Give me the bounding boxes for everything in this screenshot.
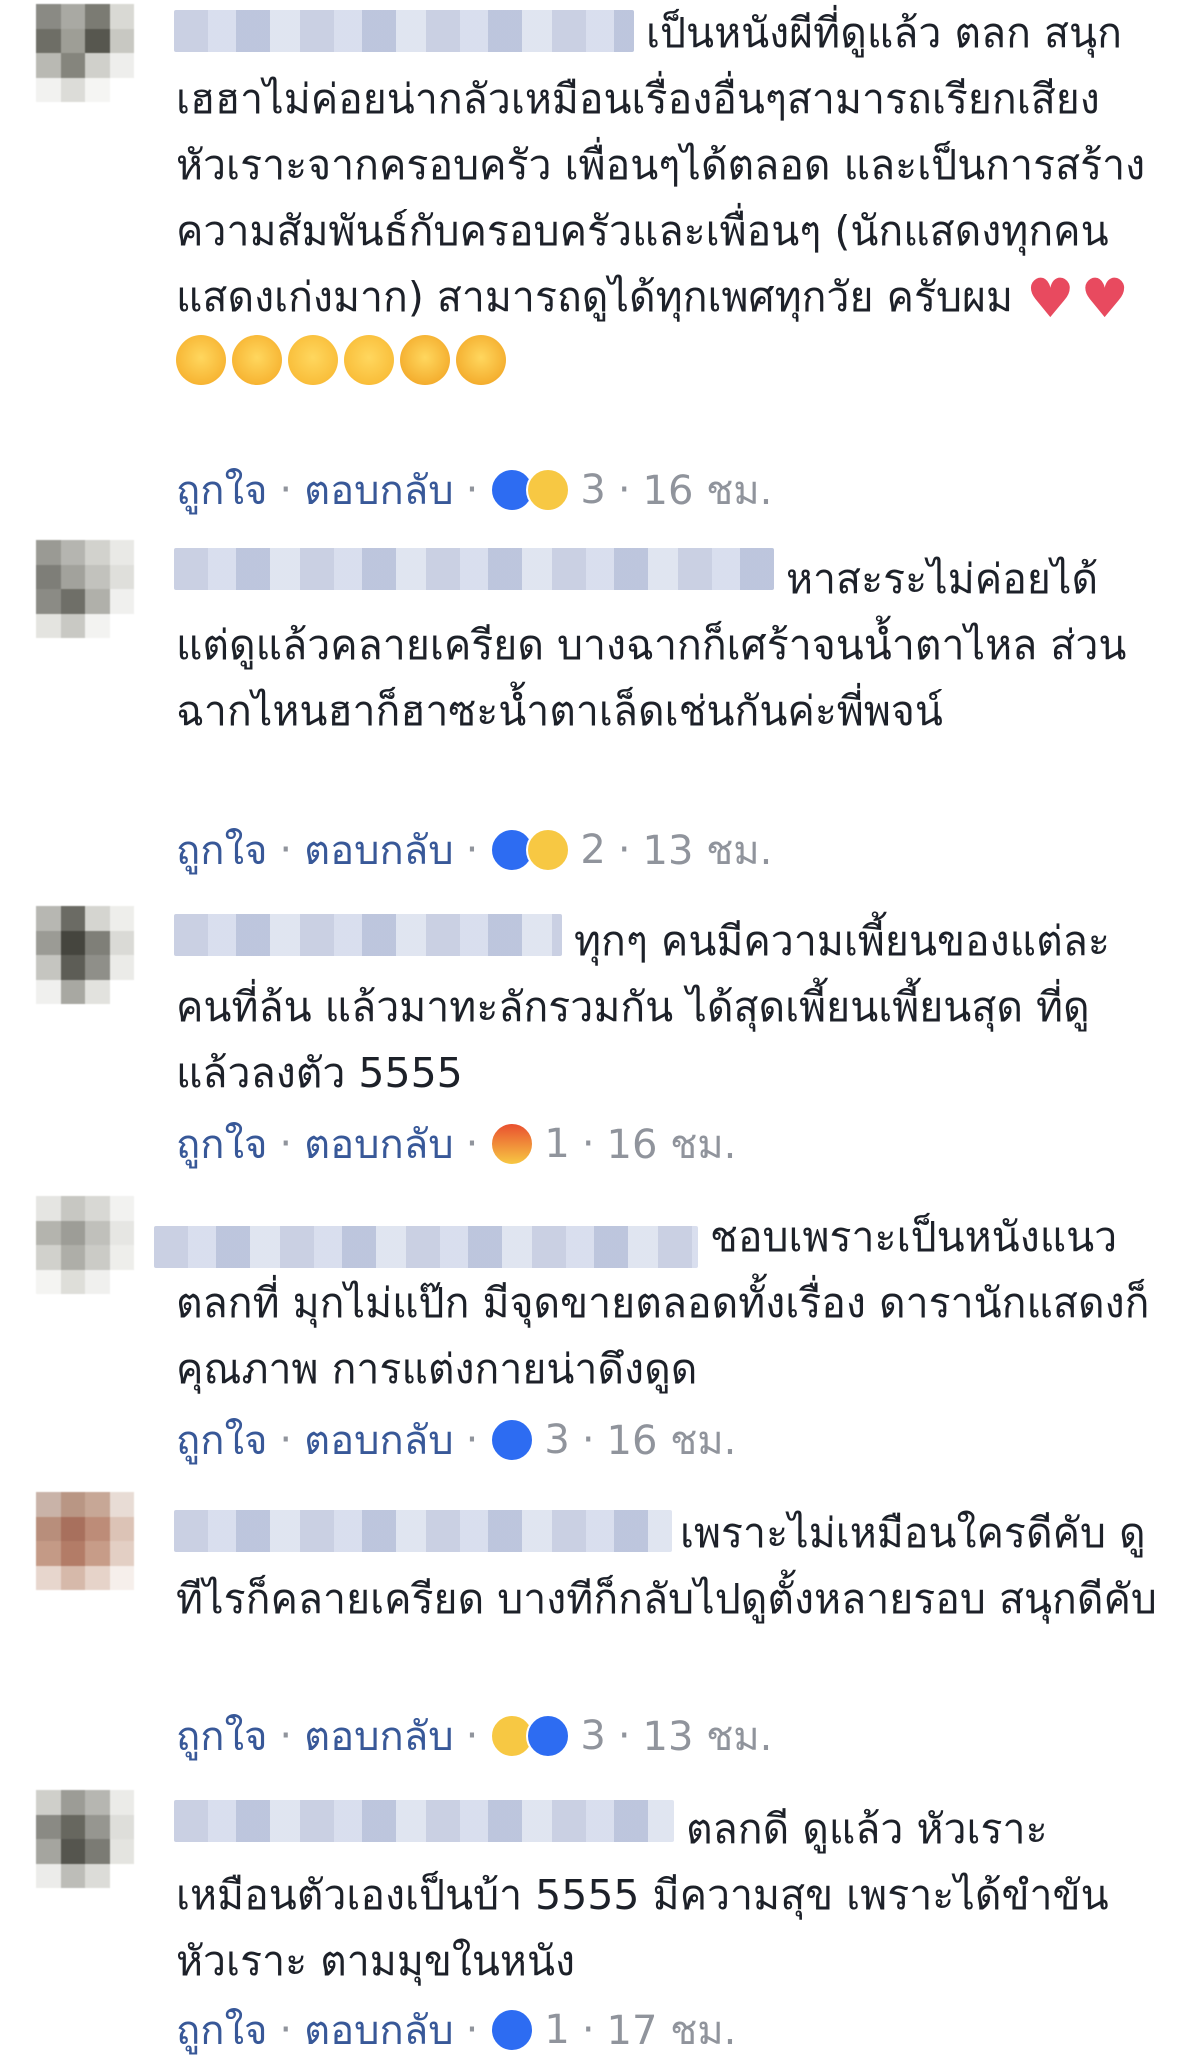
like-link[interactable]: ถูกใจ xyxy=(176,458,267,522)
like-link[interactable]: ถูกใจ xyxy=(176,1408,267,1472)
comment-actions: ถูกใจ · ตอบกลับ · 1 · 17 ชม. xyxy=(176,2002,736,2058)
reactions-summary[interactable] xyxy=(490,828,571,872)
comment-text: ตลกดี ดูแล้ว หัวเราะเหมือนตัวเองเป็นบ้า … xyxy=(176,1805,1122,1985)
sad-reaction-icon xyxy=(526,828,571,872)
like-reaction-icon xyxy=(526,1714,571,1758)
heart-emoji: ♥ xyxy=(1026,267,1075,330)
comment-actions: ถูกใจ · ตอบกลับ · 1 · 16 ชม. xyxy=(176,1116,736,1172)
avatar[interactable] xyxy=(36,1790,134,1888)
reactions-summary[interactable] xyxy=(490,1122,535,1166)
reaction-count[interactable]: 3 xyxy=(580,467,605,513)
comment-text: ชอบเพราะเป็นหนังแนวตลกที่ มุกไม่แป๊ก มีจ… xyxy=(176,1213,1150,1393)
comment-text: เป็นหนังผีที่ดูแล้ว ตลก สนุก เฮฮาไม่ค่อย… xyxy=(176,0,1160,396)
reply-link[interactable]: ตอบกลับ xyxy=(304,458,454,522)
comment-actions: ถูกใจ · ตอบกลับ · 2 · 13 ชม. xyxy=(176,822,772,878)
reactions-summary[interactable] xyxy=(490,1418,535,1462)
comment-time[interactable]: 17 ชม. xyxy=(607,1998,737,2062)
reply-link[interactable]: ตอบกลับ xyxy=(304,1998,454,2062)
avatar[interactable] xyxy=(36,1196,134,1294)
reply-link[interactable]: ตอบกลับ xyxy=(304,1112,454,1176)
comment-actions: ถูกใจ · ตอบกลับ · 3 · 16 ชม. xyxy=(176,1412,736,1468)
comment-text: เพราะไม่เหมือนใครดีคับ ดูทีไรก็คลายเครีย… xyxy=(176,1509,1157,1623)
heart-emoji: ♥ xyxy=(1080,267,1129,330)
laughing-emoji xyxy=(232,335,282,385)
like-reaction-icon xyxy=(490,2008,535,2052)
reaction-count[interactable]: 1 xyxy=(544,2007,569,2053)
sad-reaction-icon xyxy=(526,468,571,512)
reactions-summary[interactable] xyxy=(490,468,571,512)
comment-time[interactable]: 16 ชม. xyxy=(607,1408,737,1472)
avatar[interactable] xyxy=(36,906,134,1004)
star-struck-emoji xyxy=(400,335,450,385)
laughing-emoji xyxy=(176,335,226,385)
comment-time[interactable]: 16 ชม. xyxy=(607,1112,737,1176)
smiling-emoji xyxy=(288,335,338,385)
comment-time[interactable]: 13 ชม. xyxy=(643,1704,773,1768)
reaction-count[interactable]: 2 xyxy=(580,827,605,873)
reply-link[interactable]: ตอบกลับ xyxy=(304,818,454,882)
comment-text: ทุกๆ คนมีความเพี้ยนของแต่ละคนที่ล้น แล้ว… xyxy=(176,917,1110,1097)
reply-link[interactable]: ตอบกลับ xyxy=(304,1704,454,1768)
avatar[interactable] xyxy=(36,540,134,638)
smiling-emoji xyxy=(344,335,394,385)
reply-link[interactable]: ตอบกลับ xyxy=(304,1408,454,1472)
reaction-count[interactable]: 1 xyxy=(544,1121,569,1167)
avatar[interactable] xyxy=(36,1492,134,1590)
like-link[interactable]: ถูกใจ xyxy=(176,818,267,882)
reaction-count[interactable]: 3 xyxy=(580,1713,605,1759)
like-link[interactable]: ถูกใจ xyxy=(176,1112,267,1176)
comment-time[interactable]: 13 ชม. xyxy=(643,818,773,882)
star-struck-emoji xyxy=(456,335,506,385)
reactions-summary[interactable] xyxy=(490,2008,535,2052)
avatar[interactable] xyxy=(36,4,134,102)
reactions-summary[interactable] xyxy=(490,1714,571,1758)
comment-actions: ถูกใจ · ตอบกลับ · 3 · 16 ชม. xyxy=(176,462,772,518)
like-link[interactable]: ถูกใจ xyxy=(176,1998,267,2062)
comment-actions: ถูกใจ · ตอบกลับ · 3 · 13 ชม. xyxy=(176,1708,772,1764)
like-reaction-icon xyxy=(490,1418,535,1462)
angry-reaction-icon xyxy=(490,1122,535,1166)
comment-time[interactable]: 16 ชม. xyxy=(643,458,773,522)
reaction-count[interactable]: 3 xyxy=(544,1417,569,1463)
like-link[interactable]: ถูกใจ xyxy=(176,1704,267,1768)
comment-text: หาสะระไม่ค่อยได้ แต่ดูแล้วคลายเครียด บาง… xyxy=(176,555,1127,735)
